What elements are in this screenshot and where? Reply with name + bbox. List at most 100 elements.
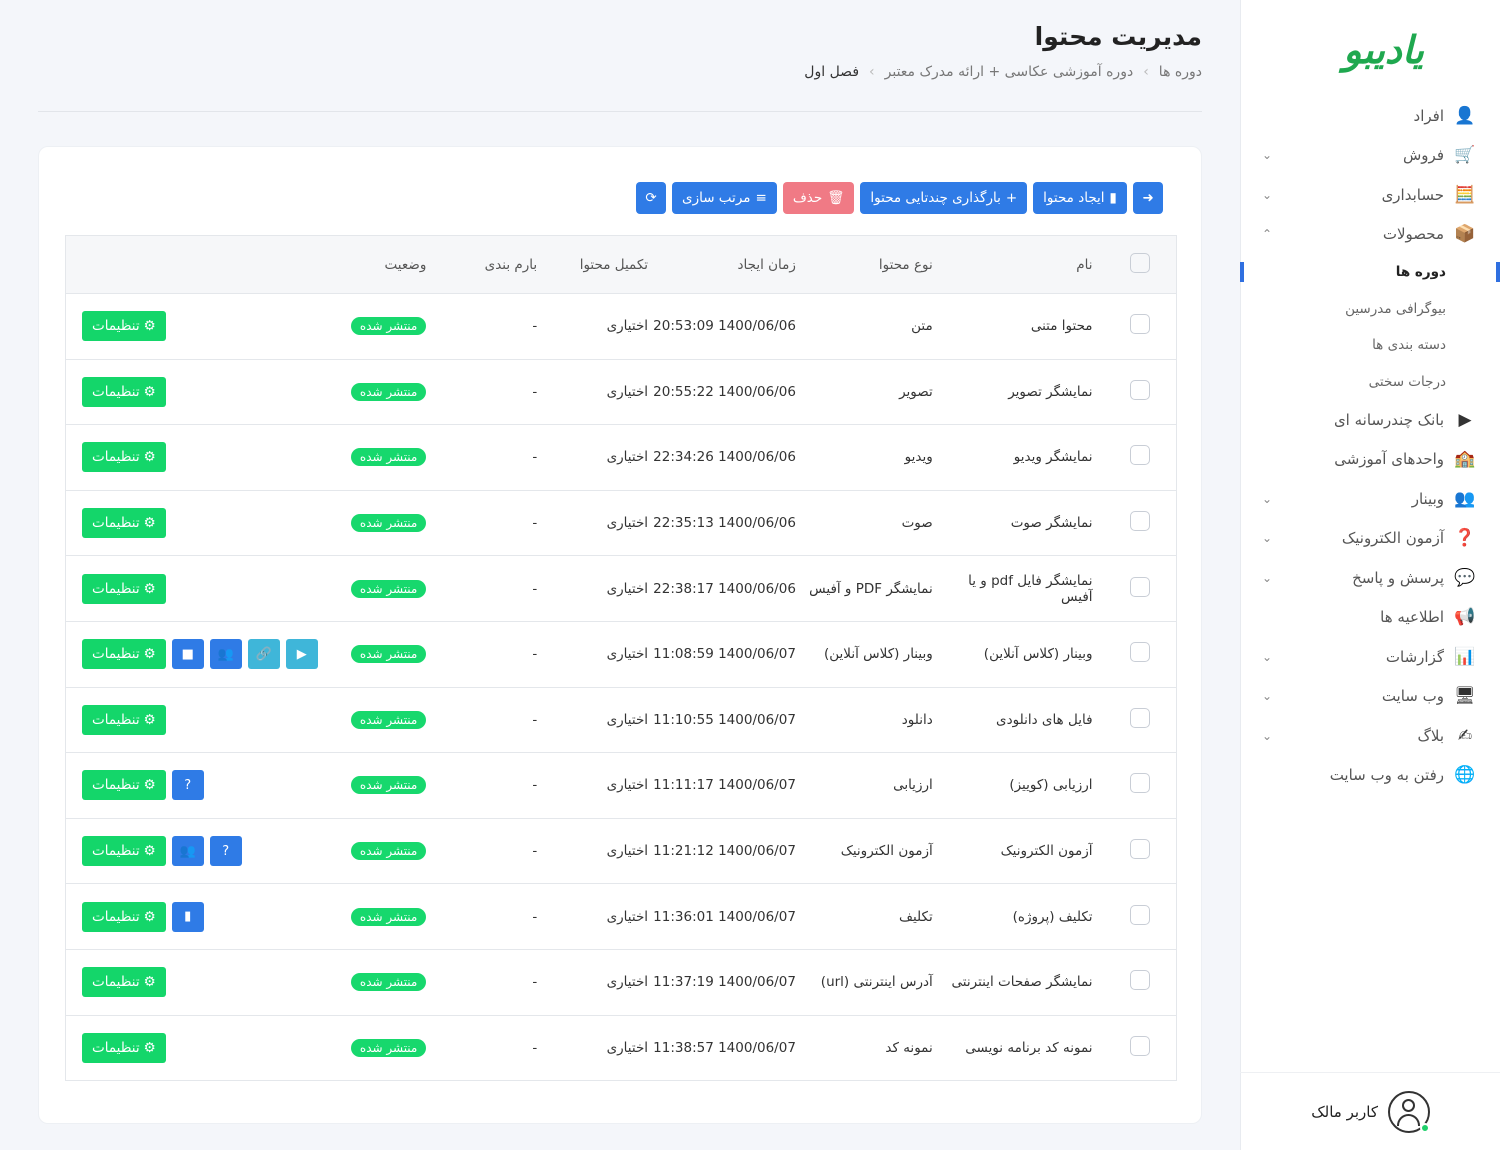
- sidebar-item[interactable]: ⌄ بلاگ ✍: [1240, 716, 1500, 756]
- cell-type-text: نمایشگر PDF و آفیس: [809, 580, 933, 597]
- row-checkbox[interactable]: [1130, 445, 1151, 466]
- users-button[interactable]: 👥: [171, 836, 204, 867]
- sidebar-item[interactable]: بانک چندرسانه ای ▶: [1240, 400, 1500, 440]
- sidebar-item[interactable]: ⌄ آزمون الکترونیک ❓: [1240, 519, 1500, 559]
- chevron-down-icon[interactable]: ⌄: [1262, 492, 1272, 506]
- sidebar-subitem[interactable]: درجات سختی: [1240, 364, 1500, 401]
- users-icon: 👥: [217, 646, 234, 662]
- table-row[interactable]: ⚙ تنظیمات منتشر شده - اختیاری 22:38:17 1400/0…: [65, 555, 1177, 622]
- sidebar-subitem[interactable]: دوره ها: [1240, 254, 1500, 291]
- user-avatar-icon[interactable]: [1388, 1090, 1430, 1133]
- settings-label: تنظیمات: [92, 449, 140, 466]
- sidebar-item[interactable]: واحدهای آموزشی 🏫: [1240, 440, 1500, 480]
- table-row[interactable]: ⚙ تنظیمات منتشر شده - اختیاری 11:37:19 1400/0…: [65, 948, 1177, 1016]
- chevron-down-icon[interactable]: ⌄: [1262, 188, 1272, 202]
- table-row[interactable]: ⚙ تنظیمات ■ 👥 🔗 ▶ منتشر شده - اختیاری 11:08:59 14…: [65, 620, 1177, 688]
- table-row[interactable]: ⚙ تنظیمات منتشر شده - اختیاری 11:38:57 1400/0…: [65, 1014, 1177, 1081]
- sort-button[interactable]: ≡ مرتب سازی: [672, 182, 777, 214]
- settings-button[interactable]: ⚙ تنظیمات: [82, 508, 166, 539]
- cell-grading-text: -: [532, 711, 538, 728]
- play-button[interactable]: ▶: [285, 639, 318, 670]
- cell-select: [1104, 817, 1177, 884]
- video-camera-button[interactable]: ■: [171, 639, 204, 670]
- sidebar-item[interactable]: ⌃ محصولات 📦: [1240, 215, 1500, 255]
- cell-name-text: نمایشگر تصویر: [1008, 383, 1093, 400]
- chevron-up-icon[interactable]: ⌃: [1262, 227, 1272, 241]
- link-button[interactable]: 🔗: [247, 639, 280, 670]
- user-profile[interactable]: کاربر مالک: [1240, 1072, 1500, 1150]
- sidebar-item[interactable]: ⌄ حسابداری 🧮: [1240, 175, 1500, 215]
- row-checkbox[interactable]: [1130, 379, 1151, 400]
- select-all-checkbox[interactable]: [1130, 252, 1151, 273]
- breadcrumb-courses[interactable]: دوره ها: [1159, 64, 1202, 80]
- settings-button[interactable]: ⚙ تنظیمات: [82, 639, 166, 670]
- delete-button[interactable]: 🗑 حذف: [782, 182, 855, 214]
- table-row[interactable]: ⚙ تنظیمات 👥? منتشر شده - اختیاری 11:21:12 1400…: [65, 817, 1177, 884]
- row-checkbox[interactable]: [1130, 707, 1151, 728]
- bulk-upload-button[interactable]: + بارگذاری چندتایی محتوا: [860, 182, 1028, 214]
- row-checkbox[interactable]: [1130, 1035, 1151, 1056]
- settings-button[interactable]: ⚙ تنظیمات: [82, 573, 166, 604]
- sidebar-item[interactable]: رفتن به وب سایت 🌐: [1240, 756, 1500, 796]
- refresh-button[interactable]: ⟳: [636, 182, 666, 214]
- file-button[interactable]: ▮: [171, 901, 204, 932]
- settings-button[interactable]: ⚙ تنظیمات: [82, 901, 166, 932]
- chevron-down-icon[interactable]: ⌄: [1262, 571, 1272, 585]
- sidebar-item-label: وبینار: [1411, 489, 1444, 508]
- cell-completion-text: اختیاری: [606, 777, 649, 794]
- chevron-down-icon[interactable]: ⌄: [1262, 689, 1272, 703]
- sidebar-item[interactable]: ⌄ پرسش و پاسخ 💬: [1240, 558, 1500, 598]
- settings-label: تنظیمات: [92, 843, 140, 860]
- chevron-down-icon[interactable]: ⌄: [1262, 148, 1272, 162]
- row-checkbox[interactable]: [1130, 511, 1151, 532]
- play-icon: ▶: [296, 646, 307, 662]
- webinar-icon: 👥: [1454, 488, 1476, 509]
- row-checkbox[interactable]: [1130, 839, 1151, 860]
- sidebar-item[interactable]: افراد 👤: [1240, 96, 1500, 136]
- chevron-down-icon[interactable]: ⌄: [1262, 650, 1272, 664]
- create-content-button[interactable]: ▮ ایجاد محتوا: [1033, 182, 1127, 214]
- table-row[interactable]: ⚙ تنظیمات منتشر شده - اختیاری 22:34:26 1400/0…: [65, 424, 1177, 491]
- sidebar-subitem[interactable]: دسته بندی ها: [1240, 327, 1500, 364]
- logo[interactable]: یادیبو: [1343, 28, 1425, 72]
- cell-name: آزمون الکترونیک: [932, 817, 1105, 884]
- table-row[interactable]: ⚙ تنظیمات? منتشر شده - اختیاری 11:11:17 1400/…: [65, 752, 1177, 819]
- sidebar-item-label: فروش: [1402, 146, 1444, 165]
- question-button[interactable]: ?: [209, 836, 242, 867]
- settings-button[interactable]: ⚙ تنظیمات: [82, 311, 166, 342]
- settings-button[interactable]: ⚙ تنظیمات: [82, 967, 166, 998]
- table-row[interactable]: ⚙ تنظیمات منتشر شده - اختیاری 20:53:09 1400/0…: [65, 293, 1177, 360]
- breadcrumb-course[interactable]: دوره آموزشی عکاسی + ارائه مدرک معتبر: [885, 64, 1134, 80]
- row-checkbox[interactable]: [1130, 773, 1151, 794]
- row-checkbox[interactable]: [1130, 970, 1151, 991]
- sidebar-item[interactable]: ⌄ فروش 🛒: [1240, 136, 1500, 176]
- sidebar-subitem[interactable]: بیوگرافی مدرسین: [1240, 291, 1500, 328]
- row-checkbox[interactable]: [1130, 576, 1151, 597]
- row-checkbox[interactable]: [1130, 904, 1151, 925]
- sidebar-item[interactable]: اطلاعیه ها 📢: [1240, 598, 1500, 638]
- sidebar-item-label: حسابداری: [1381, 185, 1444, 204]
- table-row[interactable]: ⚙ تنظیمات منتشر شده - اختیاری 20:55:22 1400/0…: [65, 358, 1177, 425]
- table-row[interactable]: ⚙ تنظیمات منتشر شده - اختیاری 22:35:13 1400/0…: [65, 489, 1177, 556]
- question-button[interactable]: ?: [171, 770, 204, 801]
- row-checkbox[interactable]: [1130, 314, 1151, 335]
- settings-button[interactable]: ⚙ تنظیمات: [82, 376, 166, 407]
- chevron-down-icon[interactable]: ⌄: [1262, 531, 1272, 545]
- settings-button[interactable]: ⚙ تنظیمات: [82, 704, 166, 735]
- back-button[interactable]: ➜: [1132, 182, 1163, 214]
- settings-button[interactable]: ⚙ تنظیمات: [82, 836, 166, 867]
- settings-button[interactable]: ⚙ تنظیمات: [82, 442, 166, 473]
- sidebar-item[interactable]: ⌄ گزارشات 📊: [1240, 637, 1500, 677]
- table-row[interactable]: ⚙ تنظیمات منتشر شده - اختیاری 11:10:55 1400/0…: [65, 686, 1177, 753]
- table-row[interactable]: ⚙ تنظیمات ▮ منتشر شده - اختیاری 11:36:01 1400/…: [65, 883, 1177, 950]
- sidebar-item[interactable]: ⌄ وبینار 👥: [1240, 479, 1500, 519]
- users-button[interactable]: 👥: [209, 639, 242, 670]
- settings-button[interactable]: ⚙ تنظیمات: [82, 770, 166, 801]
- cell-grading: -: [426, 752, 538, 819]
- row-checkbox[interactable]: [1130, 642, 1151, 663]
- sidebar-item[interactable]: ⌄ وب سایت 🖥: [1240, 677, 1500, 717]
- settings-button[interactable]: ⚙ تنظیمات: [82, 1032, 166, 1063]
- chevron-down-icon[interactable]: ⌄: [1262, 729, 1272, 743]
- cell-grading: -: [426, 686, 538, 753]
- users-icon: 👥: [179, 843, 196, 859]
